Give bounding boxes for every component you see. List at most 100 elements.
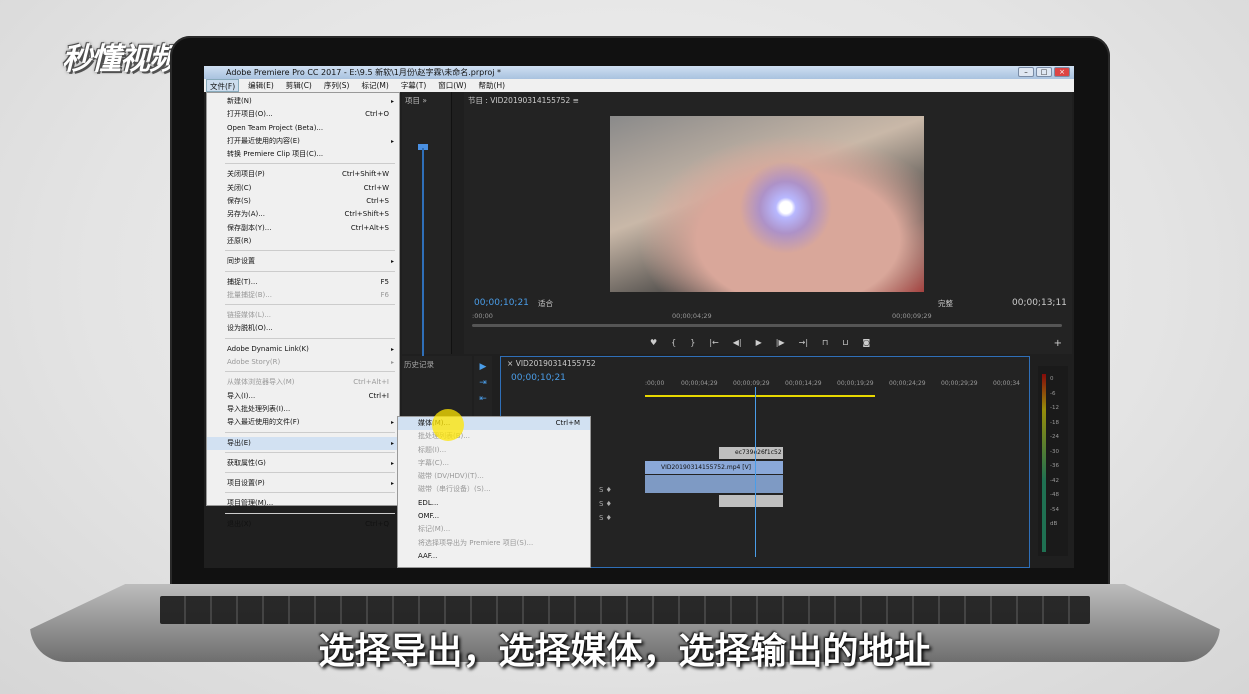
- submenu-arrow-icon: ▸: [390, 345, 394, 353]
- export-submenu: 媒体(M)...Ctrl+M 批处理列表(B)... 标题(I)... 字幕(C…: [397, 416, 591, 568]
- timeline-playhead[interactable]: [755, 387, 756, 557]
- menu-window[interactable]: 窗口(W): [435, 79, 469, 92]
- step-back-icon[interactable]: ◀|: [733, 338, 742, 347]
- playhead-timecode[interactable]: 00;00;10;21: [474, 298, 529, 308]
- track-select-tool-icon[interactable]: ⇥: [479, 378, 487, 388]
- submenu-arrow-icon: ▸: [390, 98, 394, 105]
- menu-item-close-project[interactable]: 关闭项目(P) Ctrl+Shift+W: [207, 168, 399, 181]
- submenu-item-omf[interactable]: OMF...: [398, 510, 590, 523]
- lift-icon[interactable]: ⊓: [822, 338, 828, 347]
- go-to-out-icon[interactable]: →|: [799, 338, 808, 347]
- step-forward-icon[interactable]: |▶: [776, 338, 785, 347]
- submenu-item-batch-list[interactable]: 批处理列表(B)...: [398, 430, 590, 443]
- menu-clip[interactable]: 剪辑(C): [283, 79, 315, 92]
- timeline-clip[interactable]: ec739e26f1c52: [719, 447, 783, 459]
- menu-item-save-as[interactable]: 另存为(A)... Ctrl+Shift+S: [207, 208, 399, 221]
- menu-marker[interactable]: 标记(M): [358, 79, 391, 92]
- play-icon[interactable]: ▶: [756, 338, 762, 347]
- menu-item-batch-capture[interactable]: 批量捕捉(B)... F6: [207, 289, 399, 302]
- minimize-button[interactable]: –: [1018, 67, 1034, 77]
- menu-item-close[interactable]: 关闭(C) Ctrl+W: [207, 182, 399, 195]
- timeline-close-icon[interactable]: ×: [507, 359, 513, 368]
- zoom-select[interactable]: 适合: [538, 298, 553, 309]
- timeline-clip[interactable]: VID20190314155752.mp4 [V]: [645, 461, 783, 474]
- project-tab[interactable]: 项目: [405, 96, 420, 105]
- ruler-label: 00;00;24;29: [889, 380, 926, 387]
- submenu-item-edl[interactable]: EDL...: [398, 497, 590, 510]
- monitor-ruler[interactable]: :00;00 00;00;04;29 00;00;09;29: [472, 310, 1064, 324]
- add-marker-icon[interactable]: ♥: [650, 338, 657, 347]
- meter-label: -42: [1050, 477, 1059, 484]
- menu-item-get-properties[interactable]: 获取属性(G) ▸: [207, 457, 399, 470]
- selection-tool-icon[interactable]: ▶: [480, 362, 487, 372]
- menu-item-import-batch-list[interactable]: 导入批处理列表(I)...: [207, 403, 399, 416]
- menu-file[interactable]: 文件(F): [206, 79, 240, 92]
- menu-item-project-settings[interactable]: 项目设置(P) ▸: [207, 477, 399, 490]
- menu-item-import-media-browser[interactable]: 从媒体浏览器导入(M) Ctrl+Alt+I: [207, 376, 399, 389]
- meter-label: 0: [1050, 376, 1054, 382]
- menu-item-open-project[interactable]: 打开项目(O)... Ctrl+O: [207, 108, 399, 121]
- menu-item-capture[interactable]: 捕捉(T)... F5: [207, 276, 399, 289]
- menu-item-adobe-story[interactable]: Adobe Story(R) ▸: [207, 356, 399, 369]
- ruler-label: 00;00;29;29: [941, 380, 978, 387]
- submenu-item-tape-dv[interactable]: 磁带 (DV/HDV)(T)...: [398, 470, 590, 483]
- submenu-item-title[interactable]: 标题(I)...: [398, 444, 590, 457]
- submenu-arrow-icon: ▸: [390, 359, 394, 367]
- menu-sequence[interactable]: 序列(S): [321, 79, 353, 92]
- title-bar: Adobe Premiere Pro CC 2017 - E:\9.5 新软\1…: [204, 66, 1074, 79]
- close-button[interactable]: ×: [1054, 67, 1070, 77]
- submenu-item-markers[interactable]: 标记(M)...: [398, 523, 590, 536]
- quality-select[interactable]: 完整: [938, 298, 953, 309]
- menu-item-sync-settings[interactable]: 同步设置 ▸: [207, 255, 399, 268]
- mark-in-icon[interactable]: {: [671, 338, 676, 347]
- menu-title[interactable]: 字幕(T): [398, 79, 429, 92]
- export-frame-icon[interactable]: ◙: [863, 338, 871, 347]
- menu-edit[interactable]: 编辑(E): [245, 79, 277, 92]
- menu-item-convert-clip[interactable]: 转换 Premiere Clip 项目(C)...: [207, 148, 399, 161]
- audio-clip[interactable]: [645, 475, 783, 493]
- submenu-arrow-icon: ▸: [390, 419, 394, 427]
- menu-item-import-recent[interactable]: 导入最近使用的文件(F) ▸: [207, 416, 399, 429]
- menu-item-import[interactable]: 导入(I)... Ctrl+I: [207, 390, 399, 403]
- menu-item-save-copy[interactable]: 保存副本(Y)... Ctrl+Alt+S: [207, 222, 399, 235]
- extract-icon[interactable]: ⊔: [842, 338, 848, 347]
- menu-item-dynamic-link[interactable]: Adobe Dynamic Link(K) ▸: [207, 343, 399, 356]
- submenu-item-export-premiere-project[interactable]: 将选择项导出为 Premiere 项目(S)...: [398, 537, 590, 550]
- work-area-bar[interactable]: [645, 395, 875, 397]
- menu-item-exit[interactable]: 退出(X) Ctrl+Q: [207, 518, 399, 531]
- menu-item-revert[interactable]: 还原(R): [207, 235, 399, 248]
- ripple-edit-tool-icon[interactable]: ⇤: [479, 394, 487, 404]
- timeline-timecode[interactable]: 00;00;10;21: [511, 373, 566, 383]
- program-tab[interactable]: 节目 : VID20190314155752: [468, 96, 570, 105]
- expand-panels-icon[interactable]: »: [422, 96, 427, 105]
- submenu-item-aaf[interactable]: AAF...: [398, 550, 590, 563]
- menu-item-open-recent[interactable]: 打开最近使用的内容(E) ▸: [207, 135, 399, 148]
- go-to-in-icon[interactable]: |←: [709, 338, 718, 347]
- program-monitor: 节目 : VID20190314155752 ≡ 00;00;10;21 适合 …: [464, 92, 1072, 354]
- meter-label: -54: [1050, 506, 1059, 513]
- menu-item-make-offline[interactable]: 设为脱机(O)...: [207, 322, 399, 335]
- mark-out-icon[interactable]: }: [690, 338, 695, 347]
- timeline-ruler[interactable]: :00;00 00;00;04;29 00;00;09;29 00;00;14;…: [645, 380, 1025, 392]
- history-tab[interactable]: 历史记录: [402, 356, 472, 373]
- video-preview: [610, 116, 924, 292]
- button-editor-icon[interactable]: +: [1054, 338, 1062, 349]
- scrub-bar[interactable]: [472, 324, 1062, 327]
- menu-item-open-team-project[interactable]: Open Team Project (Beta)...: [207, 122, 399, 135]
- submenu-item-captions[interactable]: 字幕(C)...: [398, 457, 590, 470]
- cursor-highlight: [432, 409, 464, 441]
- menu-item-save[interactable]: 保存(S) Ctrl+S: [207, 195, 399, 208]
- timeline-tab[interactable]: VID20190314155752: [516, 359, 596, 368]
- meter-label: -18: [1050, 419, 1059, 426]
- submenu-item-tape-serial[interactable]: 磁带（串行设备）(S)...: [398, 483, 590, 496]
- menu-item-link-media[interactable]: 链接媒体(L)...: [207, 309, 399, 322]
- menu-item-new[interactable]: 新建(N) ▸: [207, 95, 399, 108]
- submenu-item-media[interactable]: 媒体(M)...Ctrl+M: [398, 417, 590, 431]
- maximize-button[interactable]: □: [1036, 67, 1052, 77]
- menu-item-export[interactable]: 导出(E) ▸: [207, 436, 399, 450]
- panel-menu-icon[interactable]: ≡: [573, 96, 579, 105]
- menu-help[interactable]: 帮助(H): [476, 79, 509, 92]
- audio-clip[interactable]: [719, 495, 783, 507]
- menu-item-project-manager[interactable]: 项目管理(M)...: [207, 497, 399, 510]
- ruler-label: 00;00;04;29: [681, 380, 718, 387]
